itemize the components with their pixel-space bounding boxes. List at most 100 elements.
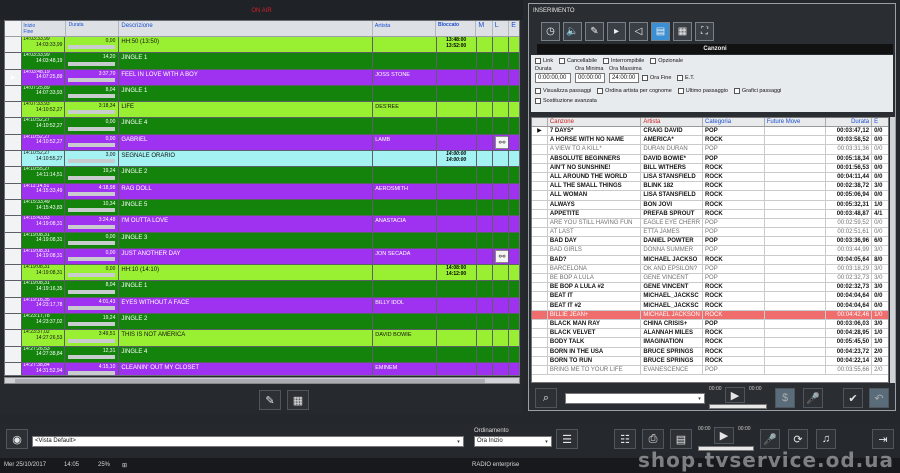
playlist-row[interactable]: 14:23:37,02 14:27:26,53 3:49,51 THIS IS NOT… (5, 330, 519, 347)
checkbox-box[interactable] (733, 88, 740, 94)
edit-type-button[interactable]: ✎ (585, 22, 604, 41)
checkbox-box[interactable] (642, 75, 648, 81)
search-button[interactable]: ⌕ (535, 388, 557, 408)
playlist-row[interactable]: 14:19:16,35 14:23:17,78 4:01,43 EYES WITHOU… (5, 297, 519, 315)
durata-input[interactable]: 0:00:00,00 (535, 73, 571, 83)
playlist-row[interactable]: 14:11:14,51 14:15:33,49 4:18,98 RAG DOLL AER… (5, 183, 519, 200)
playlist-row[interactable]: 14:27:26,53 14:27:38,84 12,31 JINGLE 4 (5, 346, 519, 363)
audio-type-button[interactable]: 🔈 (563, 22, 582, 41)
ordina-artista-checkbox[interactable]: Ordina artista per cognome (597, 88, 672, 94)
song-row[interactable]: A HORSE WITH NO NAME AMERICA* ROCK 00:03:58… (532, 136, 888, 146)
ultimo-passaggio-checkbox[interactable]: Ultimo passaggio (677, 88, 728, 94)
song-column-header[interactable]: Canzone (548, 118, 642, 126)
opzionale-checkbox[interactable]: Opzionale (650, 58, 683, 64)
playlist-row[interactable]: 14:10:52,27 14:10:52,27 0,00 GABRIEL LAMB ⚯ (5, 134, 519, 152)
playlist-row[interactable]: 14:03:33,99 14:03:48,19 14,20 JINGLE 1 (5, 53, 519, 70)
preview-progress[interactable] (709, 404, 767, 409)
column-header[interactable]: M (476, 21, 493, 36)
song-column-header[interactable]: Future Move (765, 118, 827, 126)
playlist-row[interactable]: 14:03:33,99 14:03:33,99 0,00 HH:50 (13:50) 1… (5, 37, 519, 54)
ordinamento-select[interactable]: Ora Inizio ▾ (474, 436, 552, 447)
ora-fine-checkbox[interactable]: Ora Fine (642, 75, 671, 81)
sostituzione-avanzata-checkbox[interactable]: Sostituzione avanzata (535, 98, 597, 104)
column-header[interactable]: Descrizione (119, 21, 373, 36)
song-search-input[interactable]: ▾ (565, 393, 705, 404)
print-button[interactable]: ⎙ (642, 429, 664, 449)
song-row[interactable]: ALL WOMAN LISA STANSFIELD ROCK 00:05:06,94 0… (532, 191, 888, 201)
playlist-row[interactable]: 14:15:43,83 14:19:08,31 3:24,48 I'M OUTTA L… (5, 216, 519, 233)
bottom-mic-button[interactable]: 🎤 (760, 429, 780, 449)
fullscreen-type-button[interactable]: ⛶ (695, 22, 714, 41)
checkbox-box[interactable] (535, 58, 541, 64)
song-column-header[interactable]: Categoria (703, 118, 765, 126)
checkbox-box[interactable] (535, 88, 541, 94)
link-button[interactable]: ⚯ (495, 249, 509, 263)
column-header[interactable]: Inizio Fine (22, 21, 66, 36)
volume-type-button[interactable]: ◁ (629, 22, 648, 41)
undo-button[interactable]: ↶ (869, 388, 889, 408)
playlist-row[interactable]: 14:19:08,31 14:19:08,31 0,00 HH:10 (14:10) 1… (5, 265, 519, 282)
cost-button[interactable]: $ (775, 388, 795, 408)
column-header[interactable]: Bloccato (436, 21, 477, 36)
song-row[interactable]: BAD GIRLS DONNA SUMMER POP 00:03:44,99 3/0 (532, 246, 888, 256)
song-row[interactable]: BLACK MAN RAY CHINA CRISIS+ POP 00:03:06,03… (532, 319, 888, 330)
playlist-row[interactable]: 14:15:33,49 14:15:43,83 10,34 JINGLE 5 (5, 199, 519, 217)
view-select[interactable]: <Vista Default> ▾ (32, 436, 464, 447)
microphone-button[interactable]: 🎤 (803, 388, 823, 408)
scroll-thumb[interactable] (15, 379, 485, 383)
playlist-row[interactable]: 14:19:08,31 14:19:08,31 0,00 JINGLE 3 (5, 232, 519, 249)
column-header[interactable]: Durata (66, 21, 120, 36)
layout-type-button[interactable]: ▦ (673, 22, 692, 41)
checkbox-box[interactable] (535, 98, 541, 104)
song-row[interactable]: BAD DAY DANIEL POWTER POP 00:03:36,96 6/0 (532, 237, 888, 247)
playlist-row[interactable]: 14:07:25,89 14:07:33,93 8,04 JINGLE 1 (5, 85, 519, 103)
visualizza-passaggi-checkbox[interactable]: Visualizza passaggi (535, 88, 591, 94)
song-list-scrollbar[interactable] (890, 117, 895, 383)
playlist-row[interactable]: 14:10:52,27 14:10:55,27 3,00 SEGNALE ORARIO… (5, 151, 519, 168)
sort-apply-button[interactable]: ☰ (556, 429, 578, 449)
bottom-play-button[interactable]: ▶ (714, 427, 734, 444)
playlist-row[interactable]: 14:10:55,27 14:11:14,51 19,24 JINGLE 2 (5, 167, 519, 184)
playlist-row[interactable]: 14:23:17,78 14:23:37,02 19,24 JINGLE 2 (5, 314, 519, 331)
column-header[interactable]: Artista (373, 21, 436, 36)
timer-type-button[interactable]: ◷ (541, 22, 560, 41)
ora-massima-input[interactable]: 24:00:00 (609, 73, 639, 83)
checkbox-box[interactable] (602, 58, 609, 64)
song-row[interactable]: BILLIE JEAN+ MICHAEL JACKSON ROCK 00:04:42,… (532, 310, 888, 320)
song-row[interactable]: A VIEW TO A KILL* DURAN DURAN POP 00:03:31,… (532, 145, 888, 155)
song-row[interactable]: ALWAYS BON JOVI ROCK 00:05:32,31 1/0 (532, 200, 888, 210)
column-header[interactable]: E (509, 21, 519, 36)
song-column-header[interactable]: E (872, 118, 888, 126)
checkbox-box[interactable] (597, 88, 604, 94)
playlist-row[interactable]: 14:10:52,27 14:10:52,27 0,00 JINGLE 4 (5, 118, 519, 135)
view-button[interactable]: ◉ (6, 429, 28, 449)
song-row[interactable]: BRING ME TO YOUR LIFE EVANESCENCE POP 00:03… (532, 365, 888, 376)
song-row[interactable]: BODY TALK IMAGINATION ROCK 00:05:45,50 1/0 (532, 338, 888, 348)
song-row[interactable]: BORN TO RUN BRUCE SPRINGS ROCK 00:04:22,14 2… (532, 356, 888, 366)
song-row[interactable]: ALL AROUND THE WORLD LISA STANSFIELD ROCK 0… (532, 172, 888, 183)
playlist-row[interactable]: ▶ 14:03:48,19 14:07:25,89 3:37,70 FEEL IN LO… (5, 69, 519, 86)
song-row[interactable]: BEAT IT MICHAEL_JACKSC ROCK 00:04:04,64 0/0 (532, 292, 888, 302)
song-column-header[interactable]: Artista (641, 118, 704, 126)
playlist-row[interactable]: 14:19:08,31 14:19:08,31 0,00 JUST ANOTHER D… (5, 248, 519, 266)
document-audio-button[interactable]: ♫ (816, 429, 836, 449)
playlist-row[interactable]: 14:19:08,31 14:19:16,35 8,04 JINGLE 1 (5, 281, 519, 298)
checkbox-box[interactable] (650, 58, 657, 64)
et-checkbox[interactable]: E.T. (677, 75, 694, 81)
playlist-edit-button[interactable]: ☷ (614, 429, 636, 449)
playlist-horizontal-scrollbar[interactable] (4, 377, 520, 384)
song-column-header[interactable]: Durata (826, 118, 873, 126)
song-row[interactable]: AT LAST ETTA JAMES POP 00:02:51,61 0/0 (532, 228, 888, 238)
playlist-row[interactable]: 14:07:33,93 14:10:52,27 3:18,34 LIFE DES'REE (5, 102, 519, 119)
song-row[interactable]: AIN'T NO SUNSHINE! BILL WITHERS ROCK 00:01:… (532, 163, 888, 173)
report-button[interactable]: ▤ (670, 429, 692, 449)
cancellabile-checkbox[interactable]: Cancellabile (559, 58, 597, 64)
song-row[interactable]: APPETITE PREFAB SPROUT ROCK 00:03:48,87 4/1 (532, 209, 888, 219)
song-row[interactable]: BARCELONA OK AND EPSILON? POP 00:03:18,29 3/… (532, 264, 888, 274)
edit-item-button[interactable]: ✎ (259, 390, 281, 410)
song-row[interactable]: ARE YOU STILL HAVING FUN EAGLE EYE CHERR P… (532, 218, 888, 229)
song-row[interactable]: BEAT IT #2 MICHAEL_JACKSC ROCK 00:04:04,64 0… (532, 301, 888, 311)
link-button[interactable]: ⚯ (495, 135, 509, 149)
song-row[interactable]: BE BOP A LULA #2 GENE VINCENT ROCK 00:02:32… (532, 283, 888, 293)
song-row[interactable]: ▶ 7 DAYS* CRAIG DAVID POP 00:03:47,12 0/0 (532, 127, 888, 137)
